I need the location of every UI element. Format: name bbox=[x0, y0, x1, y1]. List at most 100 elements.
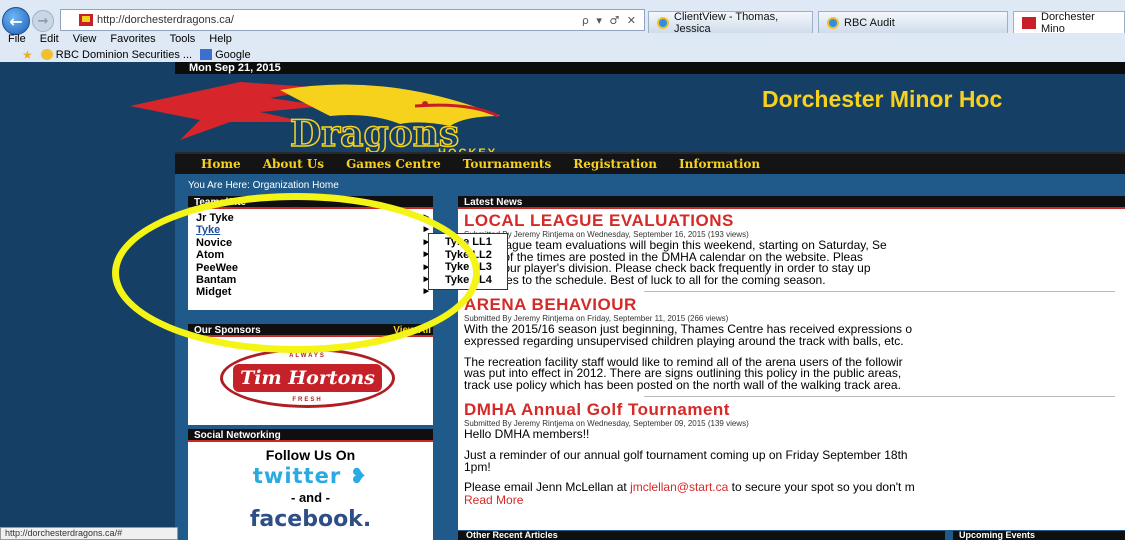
article-line: y changes to the schedule. Best of luck … bbox=[464, 272, 826, 287]
nav-tournaments[interactable]: Tournaments bbox=[463, 157, 551, 171]
article-line: Hello DMHA members!! bbox=[464, 427, 590, 442]
web-page: Mon Sep 21, 2015 Dragons HOCKEY Dorchest… bbox=[0, 62, 1125, 540]
forward-button[interactable]: → bbox=[32, 10, 54, 32]
logo-text: Dragons bbox=[290, 113, 459, 155]
tim-hortons-name: Tim Hortons bbox=[240, 367, 375, 389]
team-label: PeeWee bbox=[196, 261, 238, 274]
address-controls[interactable]: ρ ▾ ♂ ✕ bbox=[582, 14, 638, 27]
team-label: Tyke bbox=[196, 224, 221, 237]
favorite-rbc[interactable]: RBC Dominion Securities ... bbox=[40, 48, 193, 61]
read-more-link[interactable]: Read More bbox=[464, 494, 1125, 506]
team-label: Midget bbox=[196, 286, 232, 299]
menu-view[interactable]: View bbox=[73, 33, 97, 48]
nav-home[interactable]: Home bbox=[201, 157, 241, 171]
social-heading-label: Social Networking bbox=[194, 430, 281, 441]
favorite-label: RBC Dominion Securities ... bbox=[55, 48, 193, 61]
news-heading-label: Latest News bbox=[464, 197, 523, 208]
nav-information[interactable]: Information bbox=[679, 157, 760, 171]
twitter-bird-icon: ❥ bbox=[341, 464, 369, 488]
tab-rbc-audit[interactable]: RBC Audit bbox=[818, 11, 1008, 33]
main-nav: Home About Us Games Centre Tournaments R… bbox=[175, 152, 1125, 174]
article-line: expressed regarding unsupervised childre… bbox=[464, 333, 904, 348]
teams-box: Teams/Site Jr Tyke ▶ Tyke ▶ Novice ▶ Atom ▶ … bbox=[188, 196, 433, 310]
latest-news-box: Latest News LOCAL LEAGUE EVALUATIONS Sub… bbox=[458, 196, 1125, 530]
team-item-tyke[interactable]: Tyke ▶ bbox=[188, 224, 433, 236]
other-recent-heading: Other Recent Articles bbox=[458, 531, 945, 540]
tim-hortons-bottom-text: FRESH bbox=[292, 397, 323, 403]
tab-dorchester[interactable]: Dorchester Mino bbox=[1013, 10, 1125, 35]
follow-us-text: Follow Us On bbox=[265, 447, 356, 463]
article-local-league: LOCAL LEAGUE EVALUATIONS Submitted By Je… bbox=[458, 212, 1125, 293]
view-all-link[interactable]: View All bbox=[393, 324, 431, 336]
nav-games-centre[interactable]: Games Centre bbox=[346, 157, 441, 171]
nav-registration[interactable]: Registration bbox=[573, 157, 657, 171]
team-label: Atom bbox=[196, 249, 225, 262]
teams-heading: Teams/Site bbox=[188, 196, 433, 209]
browser-chrome: ← → http://dorchesterdragons.ca/ ρ ▾ ♂ ✕… bbox=[0, 0, 1125, 62]
team-label: Bantam bbox=[196, 273, 237, 286]
email-suffix: to secure your spot so you don't m bbox=[728, 480, 915, 495]
ie-icon bbox=[657, 16, 669, 29]
article-arena-behaviour: ARENA BEHAVIOUR Submitted By Jeremy Rint… bbox=[458, 296, 1125, 398]
menu-favorites[interactable]: Favorites bbox=[110, 33, 155, 48]
address-bar[interactable]: http://dorchesterdragons.ca/ ρ ▾ ♂ ✕ bbox=[60, 9, 645, 31]
dragons-logo[interactable]: Dragons HOCKEY bbox=[120, 76, 520, 156]
tyke-submenu: Tyke LL1 Tyke LL2 Tyke LL3 Tyke LL4 bbox=[428, 233, 508, 290]
rbc-icon bbox=[40, 49, 53, 61]
article-line: Please email Jenn McLellan at jmclellan@… bbox=[464, 480, 1125, 495]
facebook-link[interactable]: facebook. bbox=[188, 507, 433, 532]
twitter-link[interactable]: twitter ❥ bbox=[188, 464, 433, 488]
divider bbox=[644, 396, 1115, 398]
email-link[interactable]: jmclellan@start.ca bbox=[630, 480, 728, 494]
article-line: 1pm! bbox=[464, 459, 491, 474]
favorites-bar: ★ RBC Dominion Securities ... Google bbox=[0, 47, 251, 62]
breadcrumb: You Are Here: Organization Home bbox=[188, 180, 339, 191]
submenu-tyke-ll4[interactable]: Tyke LL4 bbox=[445, 274, 507, 287]
google-icon bbox=[200, 49, 213, 61]
team-item-jr-tyke[interactable]: Jr Tyke ▶ bbox=[188, 212, 433, 224]
site-favicon-icon bbox=[79, 14, 93, 26]
teams-heading-label: Teams/Site bbox=[194, 197, 247, 208]
team-item-bantam[interactable]: Bantam ▶ bbox=[188, 274, 433, 286]
submenu-arrow-icon: ▶ bbox=[423, 214, 429, 221]
article-title[interactable]: LOCAL LEAGUE EVALUATIONS bbox=[464, 212, 1125, 230]
favorite-google[interactable]: Google bbox=[200, 49, 251, 61]
menu-help[interactable]: Help bbox=[209, 33, 232, 48]
menu-tools[interactable]: Tools bbox=[170, 33, 196, 48]
social-box: Social Networking Follow Us On twitter ❥… bbox=[188, 429, 433, 540]
twitter-logo-text: twitter bbox=[252, 464, 342, 488]
date-strip: Mon Sep 21, 2015 bbox=[175, 62, 1125, 74]
menu-file[interactable]: File bbox=[8, 33, 26, 48]
article-line: track use policy which has been posted o… bbox=[464, 377, 901, 392]
team-label: Novice bbox=[196, 236, 233, 249]
team-item-atom[interactable]: Atom ▶ bbox=[188, 249, 433, 261]
status-bar: http://dorchesterdragons.ca/# bbox=[0, 527, 178, 540]
article-title[interactable]: DMHA Annual Golf Tournament bbox=[464, 401, 1125, 419]
team-item-midget[interactable]: Midget ▶ bbox=[188, 286, 433, 298]
tim-hortons-logo[interactable]: ALWAYS Tim Hortons FRESH bbox=[220, 348, 395, 408]
team-item-novice[interactable]: Novice ▶ bbox=[188, 237, 433, 249]
upcoming-events-heading: Upcoming Events bbox=[953, 531, 1125, 540]
team-label: Jr Tyke bbox=[196, 212, 234, 224]
ie-icon bbox=[827, 16, 839, 29]
article-golf-tournament: DMHA Annual Golf Tournament Submitted By… bbox=[458, 401, 1125, 506]
article-body: Local league team evaluations will begin… bbox=[464, 239, 1125, 287]
team-item-peewee[interactable]: PeeWee ▶ bbox=[188, 262, 433, 274]
site-title: Dorchester Minor Hoc bbox=[762, 86, 1003, 112]
menu-edit[interactable]: Edit bbox=[40, 33, 59, 48]
article-title[interactable]: ARENA BEHAVIOUR bbox=[464, 296, 1125, 314]
submenu-tyke-ll3[interactable]: Tyke LL3 bbox=[445, 261, 507, 274]
favorites-star-icon[interactable]: ★ bbox=[22, 48, 33, 62]
submenu-tyke-ll2[interactable]: Tyke LL2 bbox=[445, 249, 507, 262]
divider bbox=[644, 291, 1115, 293]
dragon-favicon-icon bbox=[1022, 16, 1036, 29]
tab-clientview[interactable]: ClientView - Thomas, Jessica bbox=[648, 10, 813, 35]
news-heading: Latest News bbox=[458, 196, 1125, 209]
teams-list: Jr Tyke ▶ Tyke ▶ Novice ▶ Atom ▶ PeeWee ▶ Ban… bbox=[188, 209, 433, 299]
submenu-tyke-ll1[interactable]: Tyke LL1 bbox=[445, 236, 507, 249]
sponsors-heading-label: Our Sponsors bbox=[194, 325, 261, 336]
nav-about-us[interactable]: About Us bbox=[263, 157, 324, 171]
tab-label: Dorchester Mino bbox=[1041, 10, 1095, 35]
back-button[interactable]: ← bbox=[2, 7, 30, 35]
tab-label: ClientView - Thomas, Jessica bbox=[674, 10, 779, 35]
